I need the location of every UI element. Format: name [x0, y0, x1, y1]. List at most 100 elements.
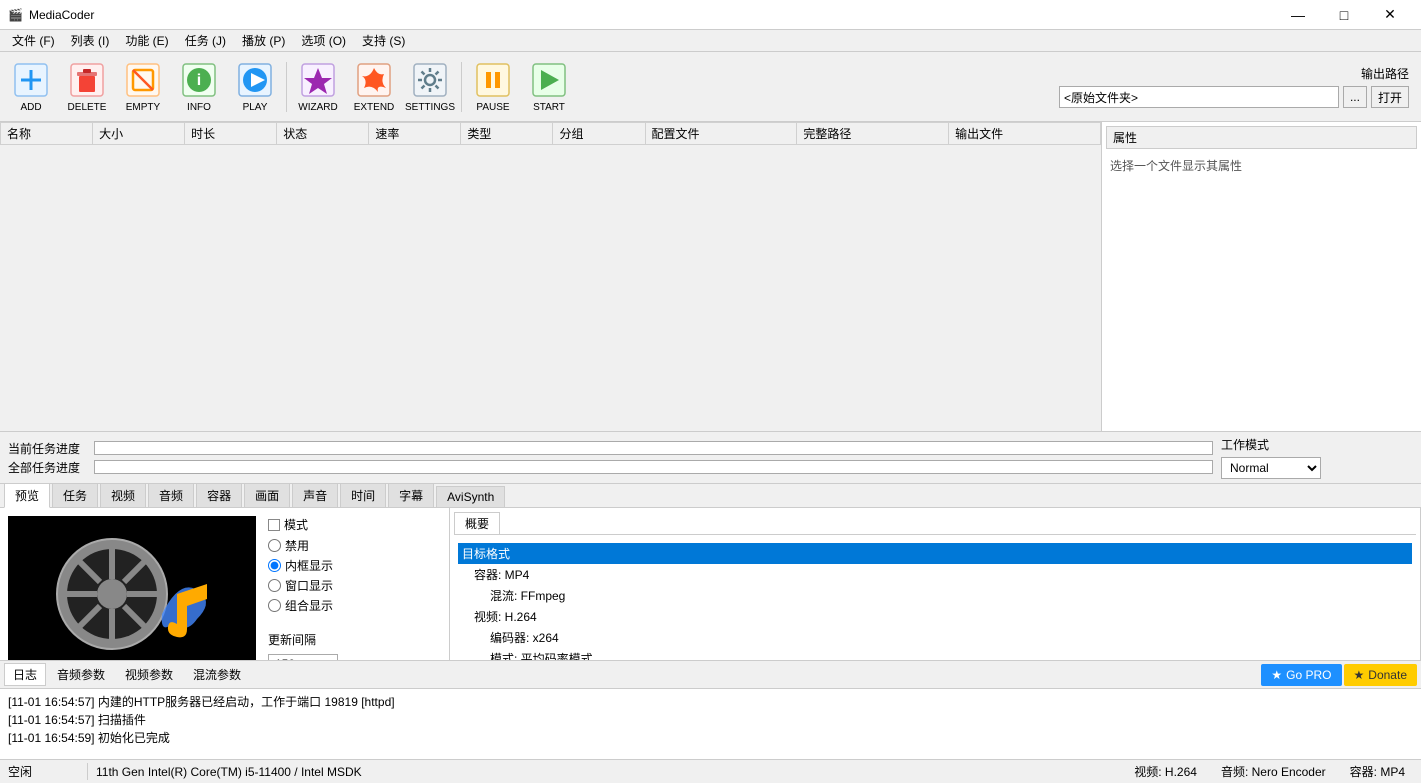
properties-content: 选择一个文件显示其属性 [1106, 153, 1417, 178]
output-path-input[interactable]: <原始文件夹> [1059, 86, 1339, 108]
minimize-button[interactable]: — [1275, 0, 1321, 30]
log-tab-video[interactable]: 视频参数 [116, 663, 182, 686]
summary-panel: 概要 目标格式 容器: MP4 混流: FFmpeg 视频: H.264 编码器… [450, 508, 1421, 660]
start-label: START [533, 102, 565, 113]
donate-button[interactable]: ★ Donate [1344, 664, 1417, 686]
preview-logo [32, 524, 232, 674]
wizard-button[interactable]: WIZARD [291, 56, 345, 118]
col-rate: 速率 [369, 123, 461, 145]
tab-container[interactable]: 容器 [196, 483, 242, 507]
close-button[interactable]: ✕ [1367, 0, 1413, 30]
mode-inframe-radio[interactable] [268, 559, 281, 572]
all-progress-bar-container [94, 460, 1213, 474]
mode-disabled-radio[interactable] [268, 539, 281, 552]
log-content: [11-01 16:54:57] 内建的HTTP服务器已经启动，工作于端口 19… [0, 689, 1421, 759]
menu-play[interactable]: 播放 (P) [234, 30, 293, 51]
tree-root[interactable]: 目标格式 [458, 543, 1412, 564]
menu-file[interactable]: 文件 (F) [4, 30, 63, 51]
work-mode-section: 工作模式 Normal Batch Cluster [1213, 436, 1413, 479]
tab-time[interactable]: 时间 [340, 483, 386, 507]
mode-disabled-label: 禁用 [285, 537, 309, 554]
status-audio: 音频: Nero Encoder [1213, 763, 1334, 780]
mode-combined-label: 组合显示 [285, 597, 333, 614]
extend-button[interactable]: EXTEND [347, 56, 401, 118]
mode-window-radio[interactable] [268, 579, 281, 592]
col-status: 状态 [277, 123, 369, 145]
settings-icon [410, 60, 450, 100]
status-bar: 空闲 11th Gen Intel(R) Core(TM) i5-11400 /… [0, 759, 1421, 783]
progress-area: 当前任务进度 全部任务进度 工作模式 Normal Batch Cluster [0, 432, 1421, 484]
svg-text:i: i [197, 72, 201, 89]
wizard-icon [298, 60, 338, 100]
log-tab-stream[interactable]: 混流参数 [184, 663, 250, 686]
settings-button[interactable]: SETTINGS [403, 56, 457, 118]
tab-audio[interactable]: 音频 [148, 483, 194, 507]
tree-item-1[interactable]: 混流: FFmpeg [458, 585, 1412, 606]
menu-list[interactable]: 列表 (I) [63, 30, 118, 51]
tab-video[interactable]: 视频 [100, 483, 146, 507]
pause-button[interactable]: PAUSE [466, 56, 520, 118]
col-config: 配置文件 [645, 123, 797, 145]
current-progress-row: 当前任务进度 [8, 440, 1213, 457]
all-progress-row: 全部任务进度 [8, 459, 1213, 476]
add-button[interactable]: ADD [4, 56, 58, 118]
donate-label: Donate [1368, 668, 1407, 682]
col-type: 类型 [461, 123, 553, 145]
info-label: INFO [187, 102, 211, 113]
bottom-content: 模式 禁用 内框显示 窗口显示 [0, 508, 1421, 660]
tab-task[interactable]: 任务 [52, 483, 98, 507]
play-button[interactable]: PLAY [228, 56, 282, 118]
summary-tabs: 概要 [454, 512, 1416, 535]
progress-cols: 当前任务进度 全部任务进度 [8, 438, 1213, 478]
output-browse-button[interactable]: ... [1343, 86, 1367, 108]
log-tab-audio[interactable]: 音频参数 [48, 663, 114, 686]
pause-label: PAUSE [476, 102, 509, 113]
mode-combined-radio[interactable] [268, 599, 281, 612]
empty-button[interactable]: EMPTY [116, 56, 170, 118]
work-mode-select[interactable]: Normal Batch Cluster [1221, 457, 1321, 479]
current-progress-bar-container [94, 441, 1213, 455]
col-name: 名称 [1, 123, 93, 145]
app-title: 🎬 MediaCoder [8, 8, 94, 22]
wizard-label: WIZARD [298, 102, 337, 113]
play-icon [235, 60, 275, 100]
go-pro-label: Go PRO [1286, 668, 1331, 682]
toolbar-separator-1 [286, 62, 287, 112]
tabs-area: 预览 任务 视频 音频 容器 画面 声音 时间 字幕 AviSynth [0, 484, 1421, 508]
status-left: 空闲 [8, 763, 88, 780]
output-open-button[interactable]: 打开 [1371, 86, 1409, 108]
menu-support[interactable]: 支持 (S) [354, 30, 413, 51]
log-entry-2: [11-01 16:54:59] 初始化已完成 [8, 729, 1413, 747]
tab-picture[interactable]: 画面 [244, 483, 290, 507]
menu-task[interactable]: 任务 (J) [177, 30, 234, 51]
info-button[interactable]: i INFO [172, 56, 226, 118]
mode-box-icon [268, 519, 280, 531]
tab-sound[interactable]: 声音 [292, 483, 338, 507]
start-button[interactable]: START [522, 56, 576, 118]
go-pro-button[interactable]: ★ Go PRO [1261, 664, 1341, 686]
tab-subtitle[interactable]: 字幕 [388, 483, 434, 507]
tab-avisynth[interactable]: AviSynth [436, 486, 505, 507]
log-tabs: 日志 音频参数 视频参数 混流参数 ★ Go PRO ★ Donate [0, 661, 1421, 689]
tree-item-3[interactable]: 编码器: x264 [458, 627, 1412, 648]
start-icon [529, 60, 569, 100]
mode-combined-item: 组合显示 [268, 597, 338, 614]
tab-preview[interactable]: 预览 [4, 483, 50, 508]
log-tab-log[interactable]: 日志 [4, 663, 46, 686]
go-pro-icon: ★ [1271, 668, 1282, 682]
empty-icon [123, 60, 163, 100]
extend-icon [354, 60, 394, 100]
title-bar: 🎬 MediaCoder — □ ✕ [0, 0, 1421, 30]
tree-item-2[interactable]: 视频: H.264 [458, 606, 1412, 627]
col-group: 分组 [553, 123, 645, 145]
preview-controls: 模式 禁用 内框显示 窗口显示 [268, 516, 338, 674]
tree-item-0[interactable]: 容器: MP4 [458, 564, 1412, 585]
menu-function[interactable]: 功能 (E) [117, 30, 176, 51]
delete-button[interactable]: DELETE [60, 56, 114, 118]
menu-options[interactable]: 选项 (O) [293, 30, 354, 51]
summary-tab-overview[interactable]: 概要 [454, 512, 500, 534]
interval-section: 更新间隔 [268, 631, 338, 648]
maximize-button[interactable]: □ [1321, 0, 1367, 30]
tree-item-4[interactable]: 模式: 平均码率模式 [458, 648, 1412, 660]
add-label: ADD [20, 102, 41, 113]
